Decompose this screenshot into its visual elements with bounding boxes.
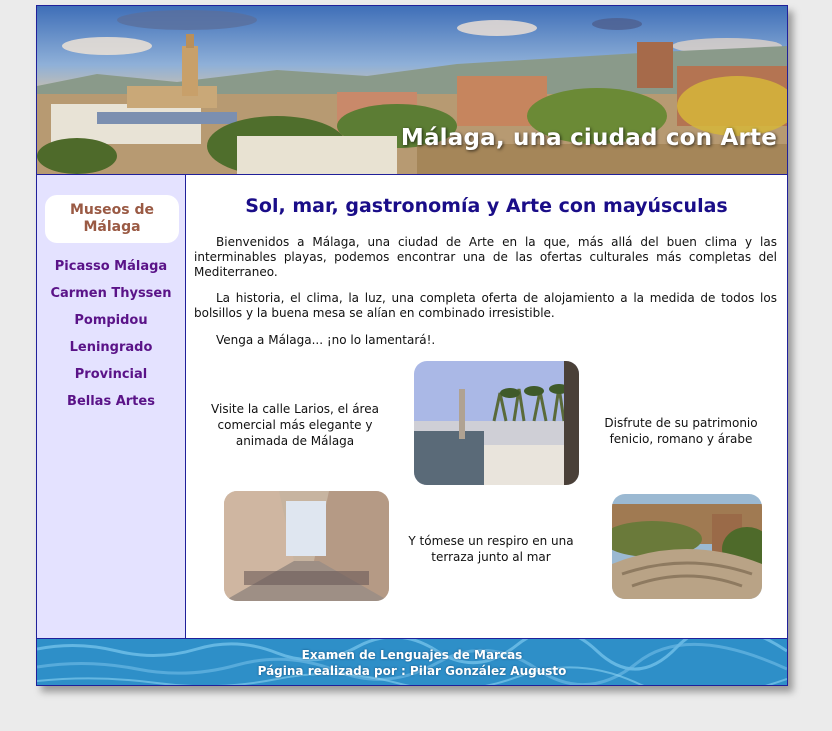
footer-line-2: Página realizada por : Pilar González Au… <box>257 664 567 678</box>
larios-street-photo <box>224 491 389 601</box>
footer-line-1: Examen de Lenguajes de Marcas <box>301 648 523 662</box>
main-content: Sol, mar, gastronomía y Arte con mayúscu… <box>186 175 787 638</box>
sidebar-link-pompidou[interactable]: Pompidou <box>37 313 185 328</box>
closing-paragraph: Venga a Málaga... ¡no lo lamentará!. <box>216 333 436 347</box>
page-container: Málaga, una ciudad con Arte Museos de Má… <box>36 5 788 686</box>
header-banner: Málaga, una ciudad con Arte <box>37 6 787 175</box>
sidebar-link-leningrado[interactable]: Leningrado <box>37 340 185 355</box>
footer: Examen de Lenguajes de Marcas Página rea… <box>37 638 787 685</box>
water-texture-background <box>37 639 787 685</box>
sidebar: Museos de Málaga Picasso Málaga Carmen T… <box>37 175 186 638</box>
sidebar-link-picasso-malaga[interactable]: Picasso Málaga <box>37 259 185 274</box>
sidebar-link-carmen-thyssen[interactable]: Carmen Thyssen <box>37 286 185 301</box>
caption-larios: Visite la calle Larios, el área comercia… <box>211 402 379 448</box>
caption-terraza: Y tómese un respiro en una terraza junto… <box>408 534 574 564</box>
sidebar-link-provincial[interactable]: Provincial <box>37 367 185 382</box>
history-paragraph: La historia, el clima, la luz, una compl… <box>194 291 777 320</box>
main-title: Sol, mar, gastronomía y Arte con mayúscu… <box>245 195 728 217</box>
port-photo <box>414 361 579 485</box>
sidebar-link-bellas-artes[interactable]: Bellas Artes <box>37 394 185 409</box>
sidebar-title: Museos de Málaga <box>45 195 179 243</box>
header-title: Málaga, una ciudad con Arte <box>400 125 777 151</box>
caption-patrimonio: Disfrute de su patrimonio fenicio, roman… <box>604 416 758 446</box>
intro-paragraph: Bienvenidos a Málaga, una ciudad de Arte… <box>194 235 777 279</box>
alcazaba-theatre-photo <box>612 494 762 599</box>
